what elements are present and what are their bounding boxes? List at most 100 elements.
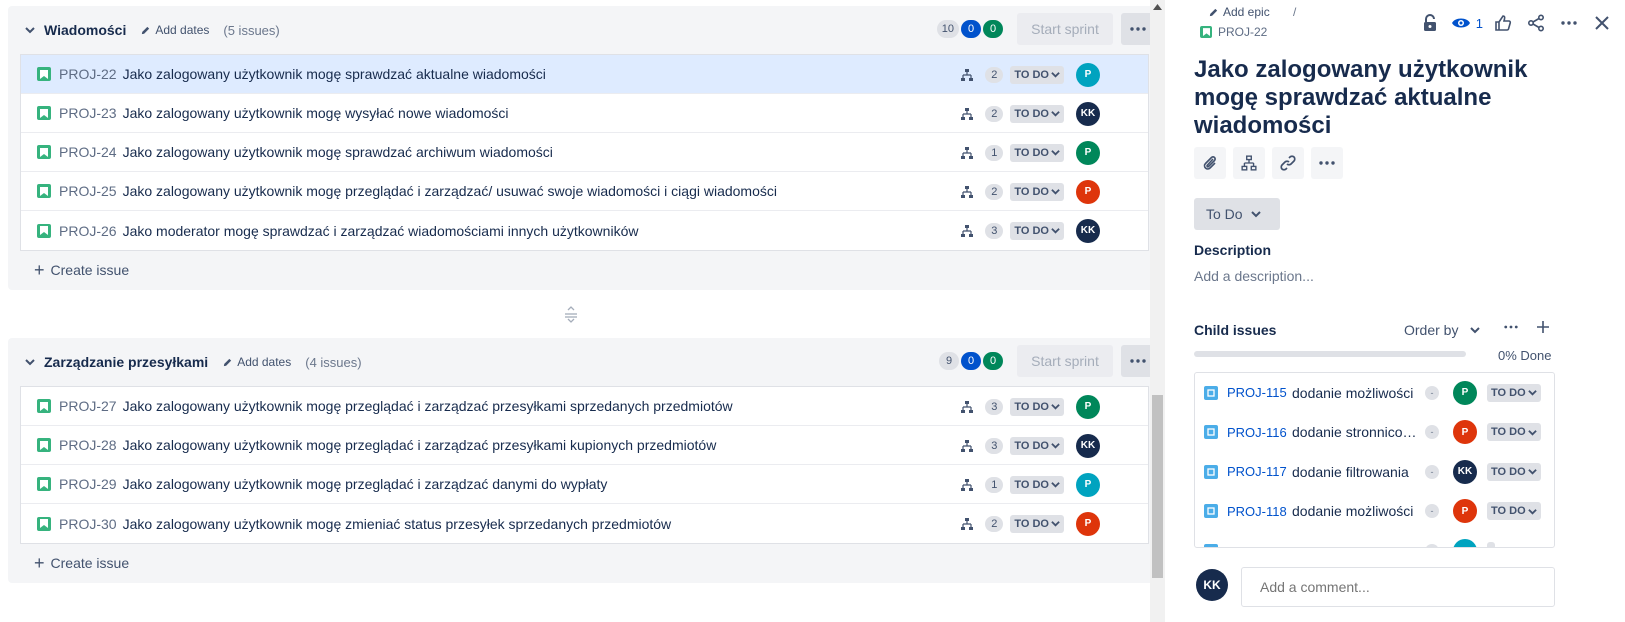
assignee-avatar[interactable]: KK xyxy=(1076,433,1100,458)
assignee-avatar[interactable]: KK xyxy=(1076,218,1100,243)
add-dates-button[interactable]: Add dates xyxy=(140,23,209,37)
child-issue-row[interactable]: PROJ-118 dodanie możliwości - P TO DO xyxy=(1195,492,1554,532)
more-icon[interactable] xyxy=(1556,10,1582,36)
issue-row[interactable]: PROJ-29 Jako zalogowany użytkownik mogę … xyxy=(21,465,1148,504)
issue-row[interactable]: PROJ-24 Jako zalogowany użytkownik mogę … xyxy=(21,133,1148,172)
issue-title[interactable]: Jako zalogowany użytkownik mogę wysyłać … xyxy=(123,105,509,121)
issue-row[interactable]: PROJ-28 Jako zalogowany użytkownik mogę … xyxy=(21,426,1148,465)
child-issue-key[interactable]: PROJ-115 xyxy=(1227,385,1292,400)
issue-key[interactable]: PROJ-27 xyxy=(59,398,117,414)
issue-title[interactable]: Jako zalogowany użytkownik mogę przegląd… xyxy=(123,476,608,492)
more-icon[interactable] xyxy=(1311,147,1343,179)
status-transition-button[interactable]: To Do xyxy=(1194,198,1280,230)
assignee-avatar[interactable]: P xyxy=(1076,394,1100,419)
issue-row[interactable]: PROJ-23 Jako zalogowany użytkownik mogę … xyxy=(21,94,1148,133)
sprint-header[interactable]: Wiadomości Add dates (5 issues) 10 0 0 S… xyxy=(8,6,1161,54)
assignee-avatar[interactable]: P xyxy=(1076,179,1100,204)
assignee-avatar[interactable]: P xyxy=(1453,499,1477,524)
issue-key[interactable]: PROJ-23 xyxy=(59,105,117,121)
thumbs-up-icon[interactable] xyxy=(1490,10,1516,36)
issue-title[interactable]: Jako zalogowany użytkownik mogę przegląd… xyxy=(123,398,733,414)
status-dropdown[interactable]: TO DO xyxy=(1487,383,1541,402)
description-field[interactable]: Add a description... xyxy=(1194,268,1314,284)
scroll-thumb[interactable] xyxy=(1152,395,1163,578)
sprint-name[interactable]: Wiadomości xyxy=(44,22,126,38)
link-icon[interactable] xyxy=(1272,147,1304,179)
add-child-issue-icon[interactable] xyxy=(1536,320,1550,339)
child-issue-title[interactable]: dodanie możliwości xyxy=(1292,503,1420,519)
assignee-avatar[interactable]: P xyxy=(1453,380,1477,405)
child-issue-title[interactable]: dodanie możliwości xyxy=(1292,385,1420,401)
child-issue-key[interactable]: PROJ-118 xyxy=(1227,504,1292,519)
status-dropdown[interactable]: TO DO xyxy=(1010,143,1064,162)
assignee-avatar[interactable]: P xyxy=(1076,140,1100,165)
issue-row[interactable]: PROJ-25 Jako zalogowany użytkownik mogę … xyxy=(21,172,1148,211)
status-dropdown[interactable]: TO DO xyxy=(1487,462,1541,481)
child-issue-row[interactable]: PROJ-117 dodanie filtrowania - KK TO DO xyxy=(1195,452,1554,492)
issue-key[interactable]: PROJ-24 xyxy=(59,144,117,160)
child-issue-row[interactable]: PROJ-115 dodanie możliwości - P TO DO xyxy=(1195,373,1554,413)
status-dropdown[interactable]: TO DO xyxy=(1010,397,1064,416)
status-dropdown[interactable]: TO DO xyxy=(1010,182,1064,201)
chevron-down-icon[interactable] xyxy=(22,354,38,370)
issue-title-heading[interactable]: Jako zalogowany użytkownik mogę sprawdza… xyxy=(1194,56,1594,140)
assignee-avatar[interactable]: P xyxy=(1076,511,1100,536)
breadcrumb-issue-key[interactable]: PROJ-22 xyxy=(1200,25,1267,39)
sprint-name[interactable]: Zarządzanie przesyłkami xyxy=(44,354,208,370)
start-sprint-button[interactable]: Start sprint xyxy=(1017,345,1113,377)
issue-title[interactable]: Jako zalogowany użytkownik mogę przegląd… xyxy=(123,437,717,453)
scroll-up-icon[interactable] xyxy=(1153,4,1162,10)
share-icon[interactable] xyxy=(1523,10,1549,36)
watch-button[interactable]: 1 xyxy=(1451,16,1483,31)
create-issue-button[interactable]: + Create issue xyxy=(8,251,1161,289)
chevron-down-icon[interactable] xyxy=(22,22,38,38)
issue-title[interactable]: Jako zalogowany użytkownik mogę przegląd… xyxy=(123,183,777,199)
start-sprint-button[interactable]: Start sprint xyxy=(1017,13,1113,45)
status-dropdown[interactable]: TO DO xyxy=(1010,475,1064,494)
status-dropdown[interactable]: TO DO xyxy=(1010,104,1064,123)
close-icon[interactable] xyxy=(1589,10,1615,36)
status-dropdown[interactable]: TO DO xyxy=(1010,221,1064,240)
issue-key[interactable]: PROJ-26 xyxy=(59,223,117,239)
issue-row[interactable]: PROJ-30 Jako zalogowany użytkownik mogę … xyxy=(21,504,1148,543)
child-issue-key[interactable]: PROJ-116 xyxy=(1227,425,1292,440)
issue-key[interactable]: PROJ-30 xyxy=(59,516,117,532)
issue-key[interactable]: PROJ-25 xyxy=(59,183,117,199)
issue-title[interactable]: Jako zalogowany użytkownik mogę sprawdza… xyxy=(123,66,546,82)
child-issue-key[interactable]: PROJ-117 xyxy=(1227,464,1292,479)
attachment-icon[interactable] xyxy=(1194,147,1226,179)
child-issue-title[interactable]: dodanie filtrowania xyxy=(1292,464,1420,480)
assignee-avatar[interactable]: P xyxy=(1453,420,1477,445)
issue-key[interactable]: PROJ-29 xyxy=(59,476,117,492)
drag-handle-icon[interactable] xyxy=(563,305,579,323)
status-dropdown[interactable] xyxy=(1487,541,1495,547)
assignee-avatar[interactable]: P xyxy=(1076,62,1100,87)
issue-key[interactable]: PROJ-22 xyxy=(59,66,117,82)
status-dropdown[interactable]: TO DO xyxy=(1010,436,1064,455)
status-dropdown[interactable]: TO DO xyxy=(1010,514,1064,533)
add-dates-button[interactable]: Add dates xyxy=(222,355,291,369)
issue-title[interactable]: Jako zalogowany użytkownik mogę zmieniać… xyxy=(123,516,672,532)
child-issue-row[interactable]: - xyxy=(1195,531,1554,547)
status-dropdown[interactable]: TO DO xyxy=(1010,65,1064,84)
status-dropdown[interactable]: TO DO xyxy=(1487,502,1541,521)
issue-key[interactable]: PROJ-28 xyxy=(59,437,117,453)
assignee-avatar[interactable]: KK xyxy=(1076,101,1100,126)
backlog-scrollbar[interactable] xyxy=(1150,0,1165,622)
status-dropdown[interactable]: TO DO xyxy=(1487,423,1541,442)
issue-title[interactable]: Jako moderator mogę sprawdzać i zarządza… xyxy=(123,223,639,239)
order-by-dropdown[interactable]: Order by xyxy=(1404,322,1481,338)
add-epic-button[interactable]: Add epic xyxy=(1208,5,1270,19)
issue-row[interactable]: PROJ-27 Jako zalogowany użytkownik mogę … xyxy=(21,387,1148,426)
child-issue-icon[interactable] xyxy=(1233,147,1265,179)
issue-row[interactable]: PROJ-26 Jako moderator mogę sprawdzać i … xyxy=(21,211,1148,250)
assignee-avatar[interactable] xyxy=(1453,538,1477,547)
assignee-avatar[interactable]: P xyxy=(1076,472,1100,497)
lock-icon[interactable] xyxy=(1417,10,1443,36)
sprint-header[interactable]: Zarządzanie przesyłkami Add dates (4 iss… xyxy=(8,338,1161,386)
child-issue-row[interactable]: PROJ-116 dodanie stronnicowania - P TO D… xyxy=(1195,413,1554,453)
issue-row[interactable]: PROJ-22 Jako zalogowany użytkownik mogę … xyxy=(21,55,1148,94)
assignee-avatar[interactable]: KK xyxy=(1453,459,1477,484)
create-issue-button[interactable]: + Create issue xyxy=(8,544,1161,582)
issue-title[interactable]: Jako zalogowany użytkownik mogę sprawdza… xyxy=(123,144,553,160)
